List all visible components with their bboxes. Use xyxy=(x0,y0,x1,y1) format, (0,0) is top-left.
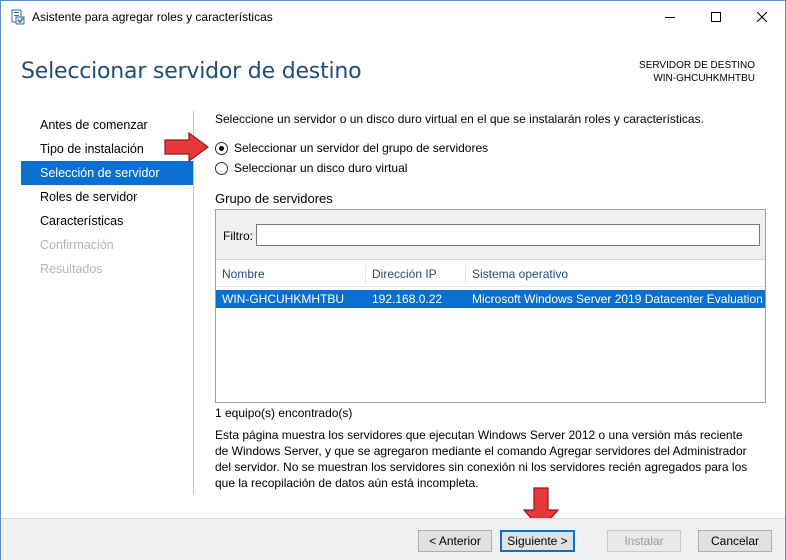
option-virtual-disk-label: Seleccionar un disco duro virtual xyxy=(234,161,408,175)
filter-bar: Filtro: xyxy=(216,210,765,260)
server-pool-box: Filtro: Nombre Dirección IP Sistema oper… xyxy=(215,209,766,403)
next-button[interactable]: Siguiente > xyxy=(500,530,575,552)
filter-label: Filtro: xyxy=(223,229,253,243)
close-button[interactable] xyxy=(739,1,785,32)
server-wizard-icon xyxy=(10,9,26,25)
cell-server-name: WIN-GHCUHKMHTBU xyxy=(222,292,344,306)
cancel-button[interactable]: Cancelar xyxy=(698,530,772,552)
minimize-icon xyxy=(665,16,675,18)
radio-virtual-disk[interactable] xyxy=(215,161,228,175)
intro-text: Seleccione un servidor o un disco duro v… xyxy=(215,112,704,126)
destination-label: SERVIDOR DE DESTINO xyxy=(639,60,755,71)
close-icon xyxy=(757,11,767,22)
table-row[interactable]: WIN-GHCUHKMHTBU 192.168.0.22 Microsoft W… xyxy=(216,290,765,308)
annotation-arrow-right-icon xyxy=(164,131,210,163)
table-header: Nombre Dirección IP Sistema operativo xyxy=(216,261,765,287)
nav-item-features[interactable]: Características xyxy=(21,209,193,233)
button-bar: < Anterior Siguiente > Instalar Cancelar xyxy=(1,518,785,560)
destination-server-name: WIN-GHCUHKMHTBU xyxy=(653,73,755,84)
nav-divider xyxy=(193,111,194,495)
previous-button[interactable]: < Anterior xyxy=(418,530,492,552)
option-server-pool[interactable]: Seleccionar un servidor del grupo de ser… xyxy=(215,141,488,155)
title-bar[interactable]: Asistente para agregar roles y caracterí… xyxy=(1,1,785,32)
radio-server-pool[interactable] xyxy=(215,141,228,155)
option-server-pool-label: Seleccionar un servidor del grupo de ser… xyxy=(234,141,489,155)
maximize-button[interactable] xyxy=(693,1,739,32)
column-header-ip[interactable]: Dirección IP xyxy=(366,265,466,283)
description-text: Esta página muestra los servidores que e… xyxy=(215,428,748,490)
destination-server-info: SERVIDOR DE DESTINO WIN-GHCUHKMHTBU xyxy=(639,59,755,85)
cell-ip-address: 192.168.0.22 xyxy=(372,292,443,306)
servers-found-count: 1 equipo(s) encontrado(s) xyxy=(215,406,353,420)
page-title: Seleccionar servidor de destino xyxy=(21,59,362,84)
nav-item-results: Resultados xyxy=(40,262,103,276)
window-title: Asistente para agregar roles y caracterí… xyxy=(32,10,273,24)
nav-item-server-selection[interactable]: Selección de servidor xyxy=(21,161,193,185)
server-pool-heading: Grupo de servidores xyxy=(215,191,333,206)
cell-operating-system: Microsoft Windows Server 2019 Datacenter… xyxy=(472,292,763,306)
column-header-name[interactable]: Nombre xyxy=(216,265,366,283)
install-button: Instalar xyxy=(607,530,681,552)
option-virtual-disk[interactable]: Seleccionar un disco duro virtual xyxy=(215,161,407,175)
minimize-button[interactable] xyxy=(647,1,693,32)
column-header-os[interactable]: Sistema operativo xyxy=(466,265,765,283)
filter-input[interactable] xyxy=(256,224,760,246)
maximize-icon xyxy=(711,11,721,22)
nav-item-confirmation: Confirmación xyxy=(40,238,114,252)
wizard-window: Asistente para agregar roles y caracterí… xyxy=(0,0,786,560)
nav-item-server-roles[interactable]: Roles de servidor xyxy=(21,185,193,209)
